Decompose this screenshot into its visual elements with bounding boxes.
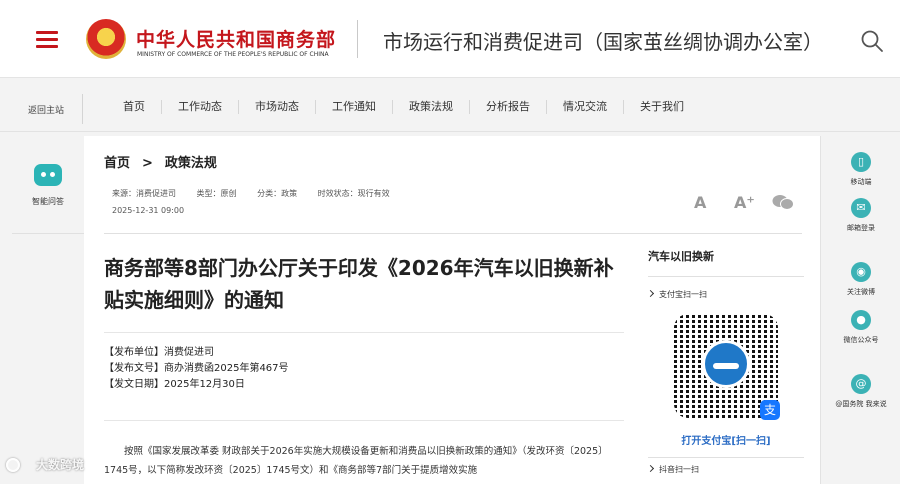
rs-item-wechat[interactable]: ● 微信公众号 (821, 310, 900, 345)
department-title: 市场运行和消费促进司（国家茧丝绸协调办公室） (383, 30, 823, 54)
rs-item-mobile[interactable]: ▯ 移动端 (821, 152, 900, 187)
meta-source: 来源：消费促进司 (112, 189, 176, 198)
site-header: ★ 中华人民共和国商务部 MINISTRY OF COMMERCE OF THE… (0, 0, 900, 78)
nav-item-home[interactable]: 首页 (107, 100, 162, 114)
meta-type: 类型：原创 (196, 189, 237, 198)
chatbot-icon[interactable] (34, 164, 62, 186)
watermark-logo-icon (6, 458, 20, 472)
menu-icon[interactable] (36, 31, 58, 49)
header-divider (357, 20, 358, 58)
content-divider (104, 233, 802, 234)
qr-heading: 汽车以旧换新 (648, 250, 714, 263)
qr-douyin-label[interactable]: 抖音扫一扫 (648, 464, 804, 475)
font-size-small-button[interactable]: A⁺ (734, 193, 755, 212)
title-divider (104, 332, 624, 333)
rs-item-mail[interactable]: ✉ 邮箱登录 (821, 198, 900, 233)
pub-issuer: 【发布单位】消费促进司 (104, 347, 214, 358)
main-nav: 返回主站 首页 工作动态 市场动态 工作通知 政策法规 分析报告 情况交流 关于… (0, 86, 900, 132)
breadcrumb-separator: > (142, 156, 153, 171)
info-divider (104, 420, 624, 421)
qr-heading-divider (648, 276, 804, 277)
ministry-name-en: MINISTRY OF COMMERCE OF THE PEOPLE'S REP… (137, 51, 329, 58)
breadcrumb: 首页 > 政策法规 (104, 152, 217, 171)
nav-items: 首页 工作动态 市场动态 工作通知 政策法规 分析报告 情况交流 关于我们 (107, 100, 700, 114)
mail-icon: ✉ (851, 198, 871, 218)
pub-doc-number: 【发布文号】商办消费函2025年第467号 (104, 363, 289, 374)
nav-item-exchange[interactable]: 情况交流 (547, 100, 624, 114)
watermark-text: 大数跨境 (36, 458, 85, 472)
alipay-qr-code: 支 (674, 314, 780, 420)
article-meta: 来源：消费促进司 类型：原创 分类：政策 时效状态：现行有效 (112, 188, 408, 199)
publication-info: 【发布单位】消费促进司 【发布文号】商办消费函2025年第467号 【发文日期】… (104, 345, 289, 393)
meta-date: 2025-12-31 09:00 (112, 206, 185, 215)
nav-item-market-news[interactable]: 市场动态 (239, 100, 316, 114)
search-icon[interactable] (860, 29, 884, 53)
nav-item-work-news[interactable]: 工作动态 (162, 100, 239, 114)
qr-panel: 汽车以旧换新 支付宝扫一扫 支 打开支付宝[扫一扫] 抖音扫一扫 (648, 248, 804, 475)
qr-caption: 打开支付宝[扫一扫] (681, 436, 771, 447)
breadcrumb-home[interactable]: 首页 (104, 156, 130, 171)
font-size-large-button[interactable]: A (694, 193, 706, 212)
article-title: 商务部等8部门办公厅关于印发《2026年汽车以旧换新补贴实施细则》的通知 (104, 256, 614, 312)
qr-alipay-label[interactable]: 支付宝扫一扫 (648, 289, 804, 300)
pub-issue-date: 【发文日期】2025年12月30日 (104, 379, 245, 390)
wechat-icon: ● (851, 310, 871, 330)
ministry-name[interactable]: 中华人民共和国商务部 (136, 25, 336, 52)
alipay-icon: 支 (760, 400, 780, 420)
left-sidebar: 智能问答 (12, 140, 84, 234)
nav-item-policies[interactable]: 政策法规 (393, 100, 470, 114)
nav-item-work-notices[interactable]: 工作通知 (316, 100, 393, 114)
car-trade-in-logo-icon (702, 340, 750, 388)
smart-qa-label[interactable]: 智能问答 (12, 196, 84, 207)
watermark: 大数跨境 (6, 456, 84, 473)
back-home-link[interactable]: 返回主站 (28, 103, 64, 116)
weibo-icon: ◉ (851, 262, 871, 282)
article-body: 按照《国家发展改革委 财政部关于2026年实施大规模设备更新和消费品以旧换新政策… (104, 446, 608, 476)
mobile-icon: ▯ (851, 152, 871, 172)
right-sidebar: ▯ 移动端 ✉ 邮箱登录 ◉ 关注微博 ● 微信公众号 @ @国务院 我来说 (820, 136, 900, 484)
wechat-share-icon[interactable] (772, 194, 794, 210)
national-emblem-logo[interactable]: ★ (86, 19, 126, 59)
qr-divider (648, 457, 804, 458)
breadcrumb-current[interactable]: 政策法规 (165, 156, 217, 171)
main-content: 首页 > 政策法规 来源：消费促进司 类型：原创 分类：政策 时效状态：现行有效 2… (84, 136, 820, 484)
nav-separator (82, 94, 83, 124)
rs-item-state-council[interactable]: @ @国务院 我来说 (821, 374, 900, 409)
meta-category: 分类：政策 (257, 189, 298, 198)
meta-status: 时效状态：现行有效 (317, 189, 390, 198)
nav-item-about[interactable]: 关于我们 (624, 100, 700, 114)
at-icon: @ (851, 374, 871, 394)
nav-item-analysis[interactable]: 分析报告 (470, 100, 547, 114)
rs-item-weibo[interactable]: ◉ 关注微博 (821, 262, 900, 297)
